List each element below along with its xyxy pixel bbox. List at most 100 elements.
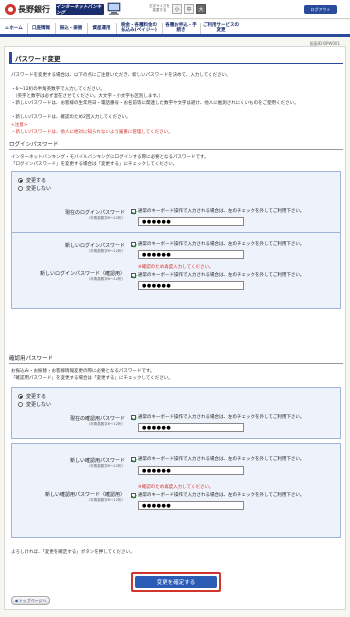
- verify-nochange-radio[interactable]: [18, 402, 23, 407]
- bank-name: 長野銀行: [18, 5, 50, 14]
- new-verify-software-keyboard-label: 通常のキーボード操作で入力される場合は、左のチェックを外してご利用下さい。: [138, 457, 305, 462]
- confirm-verify-software-keyboard-checkbox[interactable]: [131, 492, 136, 498]
- new-login-password-label: 新しいログインパスワード: [64, 243, 125, 249]
- confirm-login-password-hint: （半角英数字6～12桁）: [86, 277, 125, 281]
- new-login-software-keyboard-row[interactable]: 通常のキーボード操作で入力される場合は、左のチェックを外してご利用下さい。: [131, 241, 304, 247]
- nav-transfer[interactable]: 振込・振替: [57, 21, 85, 35]
- current-login-software-keyboard-row[interactable]: 通常のキーボード操作で入力される場合は、左のチェックを外してご利用下さい。: [131, 208, 304, 214]
- login-password-desc-1: インターネットバンキング・モバイルバンキングにログインする際に必要となるパスワー…: [11, 155, 209, 160]
- intro-bullet-1b: （英字と数字は必ず混在させてください。大文字・小文字も区別します。）: [13, 94, 164, 99]
- chevron-left-icon: ◀: [14, 598, 18, 603]
- top-page-button[interactable]: ◀ トップページへ: [11, 596, 50, 605]
- current-verify-software-keyboard-checkbox[interactable]: [131, 414, 136, 420]
- current-verify-password-hint: （半角英数字6～12桁）: [86, 422, 125, 426]
- confirm-verify-password-label: 新しい確認用パスワード（確認用）: [44, 492, 125, 498]
- computer-icon: [107, 2, 121, 15]
- global-nav: ⌂ ホーム 口座情報 振込・振替 資産運用 税金・各種料金の払込み(ペイジー) …: [0, 20, 350, 37]
- verify-change-radio[interactable]: [18, 394, 23, 399]
- current-login-software-keyboard-checkbox[interactable]: [131, 208, 136, 214]
- new-login-software-keyboard-label: 通常のキーボード操作で入力される場合は、左のチェックを外してご利用下さい。: [138, 242, 305, 247]
- nav-home[interactable]: ⌂ ホーム: [3, 21, 25, 35]
- top-page-button-label: トップページへ: [18, 597, 47, 603]
- confirm-verify-password-hint: （半角英数字6～12桁）: [86, 498, 125, 502]
- bank-logo-icon: [5, 4, 16, 15]
- font-size-large-button[interactable]: 大: [196, 4, 206, 14]
- new-login-password-input[interactable]: ●●●●●●: [138, 250, 244, 259]
- nav-account-info[interactable]: 口座情報: [29, 21, 53, 35]
- intro-bullet-1: ・6～12桁の半角英数字で入力してください。: [11, 87, 105, 92]
- home-icon: ⌂: [5, 25, 9, 31]
- login-new-password-box: 新しいログインパスワード （半角英数字6～12桁） 通常のキーボード操作で入力さ…: [11, 232, 341, 309]
- logout-button[interactable]: ログアウト: [304, 5, 337, 14]
- confirm-verify-software-keyboard-row[interactable]: 通常のキーボード操作で入力される場合は、左のチェックを外してご利用下さい。: [131, 492, 304, 498]
- intro-text: パスワードを変更する場合は、以下の点にご注意いただき、新しいパスワードを決めて、…: [11, 73, 231, 78]
- login-nochange-radio-label: 変更しない: [26, 186, 52, 192]
- header: 長野銀行 インターネットバンキング 文字サイズを 変更する 小 中 大 ログアウ…: [0, 0, 350, 19]
- verify-nochange-radio-row[interactable]: 変更しない: [18, 401, 51, 408]
- new-verify-password-input[interactable]: ●●●●●●: [138, 466, 244, 475]
- verify-change-radio-row[interactable]: 変更する: [18, 393, 46, 400]
- confirm-login-password-note: ※確認のため再度入力してください。: [138, 265, 214, 270]
- confirm-login-software-keyboard-row[interactable]: 通常のキーボード操作で入力される場合は、左のチェックを外してご利用下さい。: [131, 272, 304, 278]
- new-verify-password-hint: （半角英数字6～12桁）: [86, 464, 125, 468]
- nav-home-label: ホーム: [9, 25, 23, 31]
- confirm-login-software-keyboard-checkbox[interactable]: [131, 272, 136, 278]
- current-verify-password-label: 現在の確認用パスワード: [69, 416, 125, 422]
- login-password-section-title: ログインパスワード: [9, 140, 343, 150]
- nav-divider: [27, 23, 28, 34]
- page-title: パスワード変更: [9, 52, 343, 64]
- intro-bullet-3: ・新しいパスワードは、確認のため2回入力してください。: [11, 115, 131, 120]
- confirm-change-button[interactable]: 変更を確定する: [135, 576, 217, 588]
- login-change-radio-row[interactable]: 変更する: [18, 177, 46, 184]
- nav-divider: [116, 23, 117, 34]
- verify-password-desc-2: 「確認用パスワード」を変更する場合は「変更する」にチェックしてください。: [11, 376, 173, 381]
- nav-divider: [55, 23, 56, 34]
- current-login-password-label: 現在のログインパスワード: [64, 210, 125, 216]
- login-nochange-radio[interactable]: [18, 186, 23, 191]
- verify-nochange-radio-label: 変更しない: [26, 402, 52, 408]
- internet-banking-banner: インターネットバンキング: [56, 4, 104, 16]
- current-login-password-input[interactable]: ●●●●●●: [138, 217, 244, 226]
- caution-text: ・新しいパスワードは、他人に絶対に知られないよう厳重に管理してください。: [11, 130, 173, 135]
- login-change-radio-label: 変更する: [26, 178, 47, 184]
- new-login-software-keyboard-checkbox[interactable]: [131, 241, 136, 247]
- confirm-login-password-label: 新しいログインパスワード（確認用）: [39, 271, 125, 277]
- new-login-password-hint: （半角英数字6～12桁）: [86, 249, 125, 253]
- font-size-small-button[interactable]: 小: [172, 4, 182, 14]
- current-login-software-keyboard-label: 通常のキーボード操作で入力される場合は、左のチェックを外してご利用下さい。: [138, 209, 305, 214]
- login-nochange-radio-row[interactable]: 変更しない: [18, 185, 51, 192]
- new-verify-software-keyboard-row[interactable]: 通常のキーボード操作で入力される場合は、左のチェックを外してご利用下さい。: [131, 456, 304, 462]
- confirm-login-software-keyboard-label: 通常のキーボード操作で入力される場合は、左のチェックを外してご利用下さい。: [138, 273, 305, 278]
- current-login-password-hint: （半角英数字6～12桁）: [86, 216, 125, 220]
- confirm-instruction: よろしければ、「変更を確定する」ボタンを押してください。: [11, 550, 135, 555]
- verify-password-section-title: 確認用パスワード: [9, 354, 343, 364]
- confirm-verify-password-input[interactable]: ●●●●●●: [138, 501, 244, 510]
- intro-bullet-2: ・新しいパスワードは、お客様の生年月日・電話番号・お名前等に関連した数字や文字は…: [11, 101, 299, 106]
- main-content: パスワード変更 パスワードを変更する場合は、以下の点にご注意いただき、新しいパス…: [4, 46, 346, 610]
- submit-highlight: 変更を確定する: [131, 572, 221, 592]
- current-verify-password-input[interactable]: ●●●●●●: [138, 423, 244, 432]
- font-size-label-line2: 変更する: [152, 8, 167, 12]
- bank-logo[interactable]: 長野銀行: [5, 3, 50, 16]
- current-verify-software-keyboard-label: 通常のキーボード操作で入力される場合は、左のチェックを外してご利用下さい。: [138, 415, 305, 420]
- verify-password-box: 変更する 変更しない 現在の確認用パスワード （半角英数字6～12桁） 通常のキ…: [11, 387, 341, 439]
- nav-divider: [200, 23, 201, 34]
- verify-password-desc-1: お振込み・お振替・お客様情報変更の際に必要となるパスワードです。: [11, 369, 155, 374]
- verify-change-radio-label: 変更する: [26, 394, 47, 400]
- font-size-label: 文字サイズを 変更する: [149, 4, 170, 12]
- nav-asset-management[interactable]: 資産運用: [89, 21, 114, 35]
- font-size-medium-button[interactable]: 中: [184, 4, 194, 14]
- confirm-login-password-input[interactable]: ●●●●●●: [138, 281, 244, 290]
- nav-divider: [162, 23, 163, 34]
- confirm-verify-software-keyboard-label: 通常のキーボード操作で入力される場合は、左のチェックを外してご利用下さい。: [138, 493, 305, 498]
- new-verify-password-label: 新しい確認用パスワード: [69, 458, 125, 464]
- nav-applications[interactable]: 各種お申込・手続き: [164, 21, 198, 35]
- login-change-radio[interactable]: [18, 178, 23, 183]
- nav-service-change[interactable]: ご利用サービスの変更: [202, 21, 240, 35]
- caution-title: <注意>: [11, 123, 28, 128]
- current-verify-software-keyboard-row[interactable]: 通常のキーボード操作で入力される場合は、左のチェックを外してご利用下さい。: [131, 414, 304, 420]
- verify-new-password-box: 新しい確認用パスワード （半角英数字6～12桁） 通常のキーボード操作で入力され…: [11, 443, 341, 538]
- nav-payeasy[interactable]: 税金・各種料金の払込み(ペイジー): [118, 21, 160, 35]
- login-password-desc-2: 「ログインパスワード」を変更する場合は「変更する」にチェックしてください。: [11, 162, 178, 167]
- new-verify-software-keyboard-checkbox[interactable]: [131, 456, 136, 462]
